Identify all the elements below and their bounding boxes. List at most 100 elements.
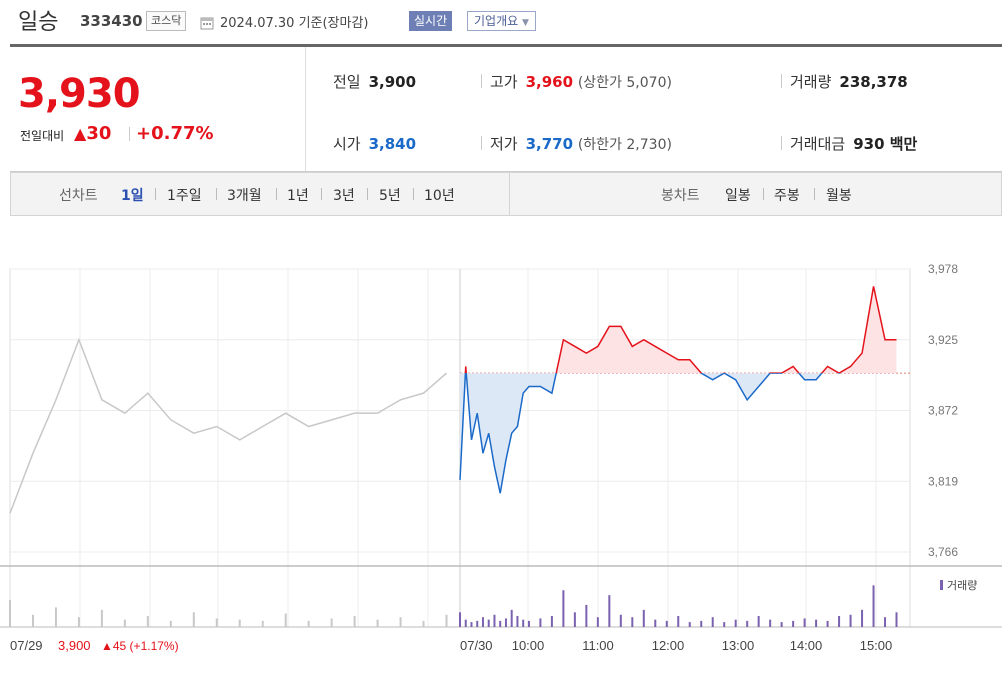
volume-bar: [780, 622, 783, 627]
period-3y[interactable]: 3년: [333, 185, 355, 205]
amount-value: 930 백만: [853, 135, 918, 153]
volume-bar: [100, 609, 103, 627]
volume-bar: [608, 595, 611, 627]
divider: [763, 188, 764, 200]
volume-bar: [376, 619, 379, 627]
volume-bar: [261, 620, 264, 627]
company-overview-button[interactable]: 기업개요 ▼: [467, 11, 536, 31]
diff-label: 전일대비: [20, 129, 65, 143]
volume-bar: [539, 618, 542, 627]
high-label: 고가: [490, 73, 518, 91]
period-1w[interactable]: 1주일: [167, 185, 202, 205]
divider: [481, 74, 482, 88]
x-tick-label: 14:00: [790, 638, 823, 653]
volume-legend-label: 거래량: [947, 579, 977, 592]
period-5y[interactable]: 5년: [379, 185, 401, 205]
x-tick-label: 07/30: [460, 638, 493, 653]
stock-header: 일승 333430 코스닥 2024.07.30 기준(장마감) 실시간 기업개…: [0, 0, 1002, 47]
volume-bar: [872, 585, 875, 627]
prev-close-label: 전일: [333, 73, 361, 91]
prev-close-value: 3,900: [368, 73, 417, 91]
y-tick-label: 3,925: [928, 333, 958, 347]
period-daily[interactable]: 일봉: [725, 185, 751, 205]
price-summary: 3,930 전일대비 ▲30 +0.77% 전일 3,900 고가 3,960 (상…: [10, 47, 1002, 172]
high-value: 3,960: [525, 73, 574, 91]
period-weekly[interactable]: 주봉: [774, 185, 800, 205]
price-chart: 3,978 3,925 3,872 3,819 3,766 거래량 07/29 07/30 10…: [0, 262, 1002, 653]
volume-bar: [54, 607, 57, 627]
volume-bar: [803, 618, 806, 627]
x-tick-label: 07/29: [10, 638, 43, 653]
period-10y[interactable]: 10년: [424, 185, 455, 205]
volume-bar: [757, 615, 760, 627]
open-item: 시가 3,840: [333, 133, 416, 154]
divider: [781, 136, 782, 150]
amount-label: 거래대금: [790, 135, 846, 153]
prev-day-change: ▲45 (+1.17%): [101, 639, 179, 653]
volume-bar: [861, 609, 864, 627]
divider: [367, 188, 368, 200]
x-tick-label: 13:00: [722, 638, 755, 653]
realtime-button[interactable]: 실시간: [409, 11, 453, 31]
stock-code: 333430: [80, 12, 143, 30]
volume-bar: [619, 614, 622, 627]
volume-bar: [215, 618, 218, 627]
date-basis: 2024.07.30 기준(장마감): [220, 16, 369, 31]
volume-bar: [746, 620, 749, 627]
x-tick-label: 15:00: [860, 638, 893, 653]
stock-name: 일승: [18, 10, 59, 35]
period-1y[interactable]: 1년: [287, 185, 309, 205]
volume-bar: [464, 619, 467, 627]
volume-bar: [654, 619, 657, 627]
volume-bar: [711, 617, 714, 627]
amount-item: 거래대금 930 백만: [781, 133, 917, 154]
volume-bar: [353, 615, 356, 627]
volume-bar: [884, 617, 887, 627]
current-price-box: 3,930 전일대비 ▲30 +0.77%: [10, 47, 306, 171]
volume-bar: [700, 620, 703, 627]
volume-bar: [642, 609, 645, 627]
volume-item: 거래량 238,378: [781, 71, 908, 92]
volume-bar: [665, 620, 668, 627]
diff-value: ▲30: [74, 123, 111, 144]
prev-day-close: 3,900: [58, 638, 91, 653]
volume-bar: [284, 613, 287, 627]
market-badge: 코스닥: [146, 11, 187, 31]
volume-bar: [476, 620, 479, 627]
calendar-icon: [200, 15, 214, 30]
chevron-down-icon: ▼: [522, 18, 529, 28]
line-chart-label: 선차트: [59, 188, 98, 204]
volume-bar: [445, 614, 448, 627]
low-item: 저가 3,770 (하한가 2,730): [481, 133, 672, 154]
volume-bar: [585, 604, 588, 627]
period-1d[interactable]: 1일: [121, 185, 144, 205]
volume-bar: [422, 620, 425, 627]
divider: [781, 74, 782, 88]
period-3m[interactable]: 3개월: [227, 185, 262, 205]
volume-bar: [481, 617, 484, 627]
period-monthly[interactable]: 월봉: [826, 185, 852, 205]
divider: [276, 188, 277, 200]
volume-bar: [562, 590, 565, 627]
volume-bar: [31, 614, 34, 627]
volume-bar: [330, 618, 333, 627]
volume-bar: [487, 619, 490, 627]
volume-bar: [9, 600, 11, 627]
divider: [413, 188, 414, 200]
volume-bar: [504, 618, 507, 627]
volume-bar: [146, 615, 149, 627]
volume-bar: [631, 617, 634, 627]
candle-chart-label: 봉차트: [661, 188, 700, 204]
divider: [481, 136, 482, 150]
volume-bar: [826, 620, 829, 627]
company-overview-label: 기업개요: [474, 14, 519, 28]
y-tick-label: 3,978: [928, 262, 958, 276]
diff-percent: +0.77%: [136, 123, 214, 144]
y-tick-label: 3,766: [928, 545, 958, 559]
volume-bar: [769, 619, 772, 627]
diff-divider: [129, 127, 130, 141]
volume-bar: [459, 612, 461, 627]
divider: [216, 188, 217, 200]
x-tick-label: 11:00: [582, 638, 614, 653]
divider: [321, 188, 322, 200]
